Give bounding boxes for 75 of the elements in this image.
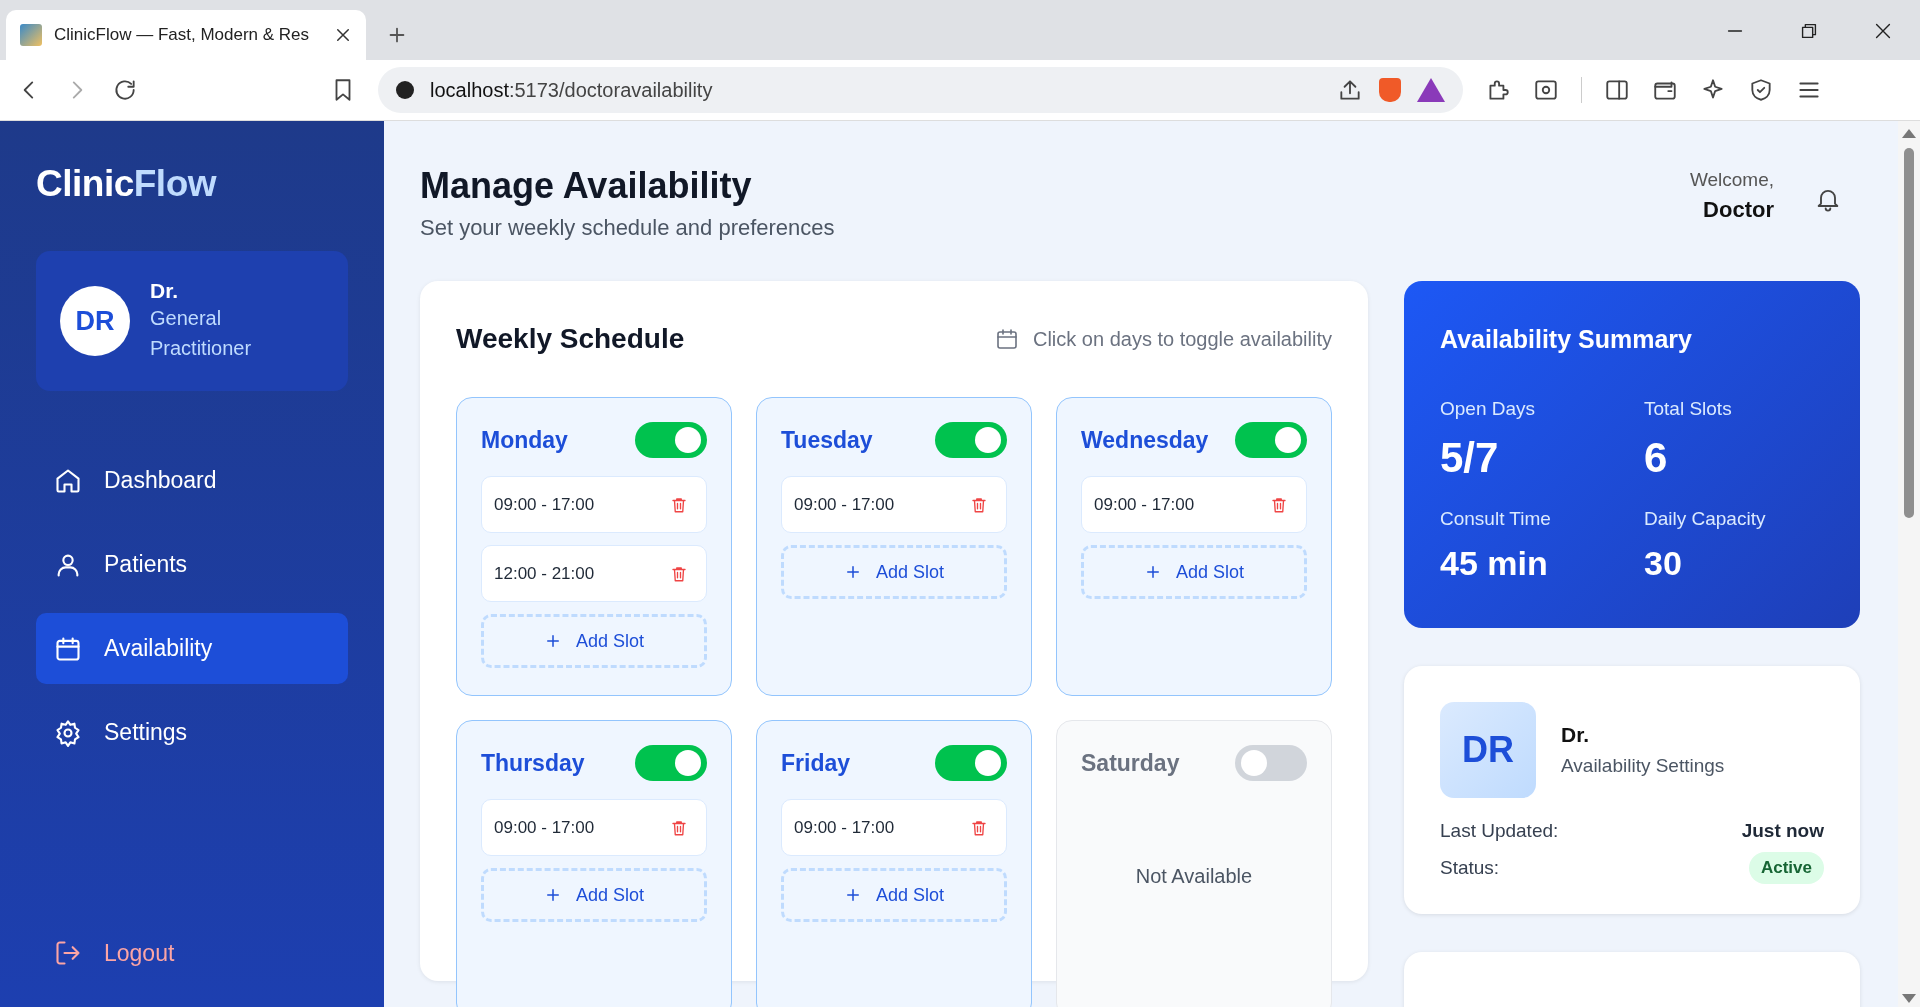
add-slot-button[interactable]: Add Slot xyxy=(1081,545,1307,599)
day-name: Saturday xyxy=(1081,749,1180,777)
summary-title: Availability Summary xyxy=(1440,325,1693,354)
slot-time: 12:00 - 21:00 xyxy=(494,563,595,584)
reload-icon[interactable] xyxy=(112,77,138,103)
hint-text: Click on days to toggle availability xyxy=(1032,327,1332,351)
info-label: Last Updated: xyxy=(1440,820,1559,842)
stat-value: 30 xyxy=(1644,544,1683,583)
browser-tab[interactable]: ClinicFlow — Fast, Modern & Res xyxy=(6,10,366,60)
favicon-icon xyxy=(20,24,42,46)
add-slot-button[interactable]: Add Slot xyxy=(481,614,707,668)
unavailable-text: Not Available xyxy=(1134,864,1254,889)
add-slot-button[interactable]: Add Slot xyxy=(481,868,707,922)
toggle-switch[interactable] xyxy=(1235,745,1307,781)
toggle-switch[interactable] xyxy=(1235,422,1307,458)
address-bar[interactable]: localhost:5173/doctoravailability xyxy=(378,67,1463,113)
stat-label: Consult Time xyxy=(1440,508,1552,530)
doctor-role: General Practitioner xyxy=(150,306,253,361)
avatar: DR xyxy=(1440,702,1536,798)
info-value: Just now xyxy=(1741,820,1824,842)
day-name: Wednesday xyxy=(1081,426,1209,454)
logo: ClinicFlow xyxy=(36,163,218,205)
nav-item[interactable]: Settings xyxy=(36,697,348,768)
avatar: DR xyxy=(60,286,130,356)
slot-time: 09:00 - 17:00 xyxy=(794,817,895,838)
stat-value: 5/7 xyxy=(1440,434,1500,482)
add-slot-button[interactable]: Add Slot xyxy=(781,545,1007,599)
calendar-icon xyxy=(994,327,1019,351)
status-badge: Active xyxy=(1748,852,1824,884)
toggle-switch[interactable] xyxy=(935,745,1007,781)
nav-item[interactable]: Dashboard xyxy=(36,445,348,516)
delete-icon[interactable] xyxy=(970,818,988,837)
slot-time: 09:00 - 17:00 xyxy=(1094,494,1195,515)
sidebar-icon[interactable] xyxy=(1604,77,1630,103)
profile-subtitle: Availability Settings xyxy=(1561,755,1725,777)
toggle-switch[interactable] xyxy=(635,745,707,781)
stat-label: Open Days xyxy=(1440,398,1537,420)
delete-icon[interactable] xyxy=(670,564,688,583)
delete-icon[interactable] xyxy=(1270,495,1288,514)
calendar-icon xyxy=(54,634,82,663)
day-name: Monday xyxy=(481,426,568,454)
delete-icon[interactable] xyxy=(970,495,988,514)
tab-title: ClinicFlow — Fast, Modern & Res xyxy=(54,25,311,45)
section-title: Weekly Schedule xyxy=(456,323,685,355)
slot-time: 09:00 - 17:00 xyxy=(794,494,895,515)
url-text: localhost:5173/doctoravailability xyxy=(430,78,713,102)
settings-icon xyxy=(54,718,82,747)
shield-icon[interactable] xyxy=(1748,77,1774,103)
day-name: Thursday xyxy=(481,749,585,777)
day-name: Friday xyxy=(781,749,851,777)
stat-value: 6 xyxy=(1644,434,1669,482)
toggle-switch[interactable] xyxy=(635,422,707,458)
close-icon[interactable] xyxy=(334,26,352,44)
delete-icon[interactable] xyxy=(670,495,688,514)
page-title: Manage Availability xyxy=(420,165,753,207)
info-label: Status: xyxy=(1440,857,1500,879)
screenshot-icon[interactable] xyxy=(1533,77,1559,103)
welcome-text: Welcome, xyxy=(1689,169,1774,191)
stat-label: Daily Capacity xyxy=(1644,508,1767,530)
logout-icon xyxy=(54,939,82,967)
add-slot-button[interactable]: Add Slot xyxy=(781,868,1007,922)
user-name: Doctor xyxy=(1702,197,1774,223)
toggle-switch[interactable] xyxy=(935,422,1007,458)
logout-link[interactable]: Logout xyxy=(36,939,348,967)
nav-item[interactable]: Patients xyxy=(36,529,348,600)
doctor-name: Dr. xyxy=(1561,723,1590,747)
slot-time: 09:00 - 17:00 xyxy=(494,817,595,838)
stat-label: Total Slots xyxy=(1644,398,1733,420)
delete-icon[interactable] xyxy=(670,818,688,837)
nav-item[interactable]: Availability xyxy=(36,613,348,684)
doctor-name: Dr. xyxy=(150,279,179,303)
page-subtitle: Set your weekly schedule and preferences xyxy=(420,215,835,241)
stat-value: 45 min xyxy=(1440,544,1549,583)
slot-time: 09:00 - 17:00 xyxy=(494,494,595,515)
day-name: Tuesday xyxy=(781,426,873,454)
